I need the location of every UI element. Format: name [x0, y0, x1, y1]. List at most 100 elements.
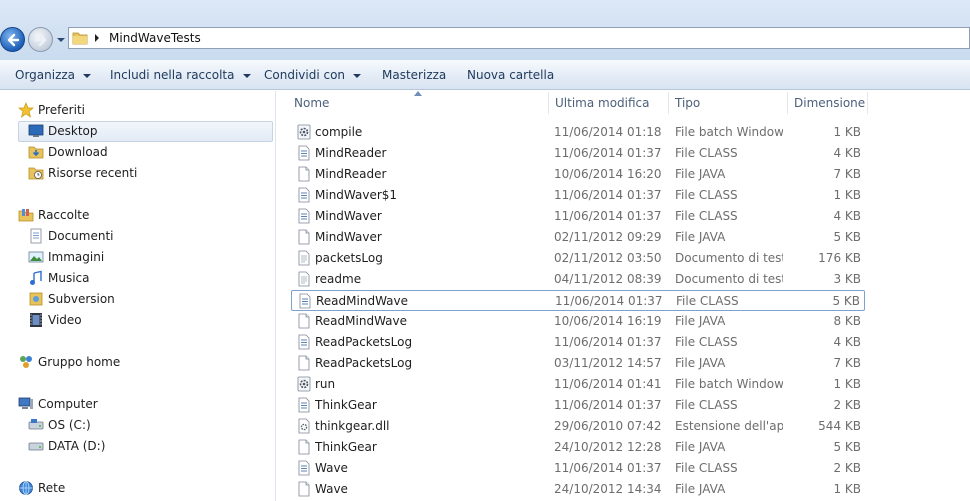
file-name[interactable]: Wave: [315, 461, 545, 475]
file-modified: 11/06/2014 01:37: [554, 461, 662, 475]
breadcrumb-current-folder[interactable]: MindWaveTests: [109, 31, 201, 45]
file-modified: 11/06/2014 01:37: [555, 294, 663, 308]
batch-file-icon: [297, 124, 311, 140]
file-name[interactable]: ReadMindWave: [316, 294, 546, 308]
drive-d-icon: [28, 442, 44, 451]
toolbar-button-condividi-con[interactable]: Condividi con: [264, 68, 362, 82]
drive-c-icon: [28, 419, 44, 430]
file-modified: 11/06/2014 01:37: [554, 188, 662, 202]
file-size: 5 KB: [832, 294, 860, 308]
file-type: File CLASS: [676, 294, 739, 308]
column-divider[interactable]: [668, 92, 669, 114]
documents-icon: [30, 228, 42, 244]
homegroup-icon: [20, 356, 32, 368]
file-row[interactable]: compile 11/06/2014 01:18 File batch Window…: [291, 122, 865, 143]
recent-pages-dropdown-icon[interactable]: [56, 36, 66, 44]
file-row[interactable]: readme 04/11/2012 08:39 Documento di testo…: [291, 269, 865, 290]
file-row[interactable]: MindWaver$1 11/06/2014 01:37 File CLASS 1 K…: [291, 185, 865, 206]
subversion-icon: [29, 292, 43, 306]
network-icon: [19, 481, 33, 495]
file-name[interactable]: ReadMindWave: [315, 314, 545, 328]
nav-item-label: Raccolte: [38, 208, 90, 222]
file-name[interactable]: Wave: [315, 482, 545, 496]
pictures-icon: [28, 251, 44, 263]
nav-item-label: Rete: [38, 481, 66, 495]
file-row[interactable]: MindWaver 11/06/2014 01:37 File CLASS 4 KB: [291, 206, 865, 227]
file-name[interactable]: MindWaver$1: [315, 188, 545, 202]
class-file-icon: [298, 460, 310, 476]
file-size: 8 KB: [833, 314, 861, 328]
toolbar-button-nuova-cartella[interactable]: Nuova cartella: [467, 68, 554, 82]
chevron-down-icon: [353, 73, 362, 78]
file-modified: 11/06/2014 01:37: [554, 335, 662, 349]
column-header-name[interactable]: Nome: [294, 96, 329, 110]
file-name[interactable]: MindWaver: [315, 230, 545, 244]
file-name[interactable]: compile: [315, 125, 545, 139]
download-folder-icon: [28, 146, 44, 159]
recent-places-icon: [28, 167, 44, 180]
file-row[interactable]: MindReader 10/06/2014 16:20 File JAVA 7 KB: [291, 164, 865, 185]
file-size: 5 KB: [833, 440, 861, 454]
column-divider[interactable]: [548, 92, 549, 114]
file-type: File JAVA: [675, 167, 726, 181]
column-header-type[interactable]: Tipo: [675, 96, 700, 110]
column-header-size[interactable]: Dimensione: [794, 96, 865, 110]
breadcrumb-chevron-icon[interactable]: [93, 33, 101, 43]
desktop-icon: [28, 124, 44, 137]
class-file-icon: [298, 334, 310, 350]
file-type: File CLASS: [675, 461, 738, 475]
back-button[interactable]: [0, 27, 25, 52]
file-row[interactable]: Wave 24/10/2012 14:34 File JAVA 1 KB: [291, 479, 865, 500]
file-name[interactable]: thinkgear.dll: [315, 419, 545, 433]
toolbar-button-organizza[interactable]: Organizza: [15, 68, 92, 82]
column-divider[interactable]: [867, 92, 868, 114]
file-modified: 24/10/2012 12:28: [554, 440, 662, 454]
toolbar-button-masterizza[interactable]: Masterizza: [382, 68, 446, 82]
file-type: Documento di testo: [675, 272, 783, 286]
column-divider[interactable]: [787, 92, 788, 114]
class-file-icon: [298, 145, 310, 161]
file-name[interactable]: packetsLog: [315, 251, 545, 265]
music-icon: [30, 270, 42, 285]
file-row[interactable]: ThinkGear 24/10/2012 12:28 File JAVA 5 KB: [291, 437, 865, 458]
file-name[interactable]: ThinkGear: [315, 398, 545, 412]
file-modified: 02/11/2012 09:29: [554, 230, 662, 244]
file-type: File JAVA: [675, 314, 726, 328]
column-header-modified[interactable]: Ultima modifica: [555, 96, 650, 110]
file-name[interactable]: MindReader: [315, 146, 545, 160]
file-row[interactable]: Wave 11/06/2014 01:37 File CLASS 2 KB: [291, 458, 865, 479]
file-name[interactable]: ReadPacketsLog: [315, 356, 545, 370]
forward-button[interactable]: [28, 27, 53, 52]
file-row[interactable]: MindWaver 02/11/2012 09:29 File JAVA 5 KB: [291, 227, 865, 248]
file-modified: 29/06/2010 07:42: [554, 419, 662, 433]
address-field[interactable]: MindWaveTests: [68, 27, 970, 49]
file-size: 2 KB: [833, 461, 861, 475]
file-name[interactable]: ThinkGear: [315, 440, 545, 454]
file-size: 1 KB: [833, 482, 861, 496]
file-name[interactable]: run: [315, 377, 545, 391]
file-row[interactable]: ReadMindWave 11/06/2014 01:37 File CLASS 5 …: [291, 290, 865, 311]
toolbar-button-includi-nella-raccolta[interactable]: Includi nella raccolta: [110, 68, 251, 82]
nav-item-label: Immagini: [48, 250, 105, 264]
file-row[interactable]: ReadMindWave 10/06/2014 16:19 File JAVA 8 K…: [291, 311, 865, 332]
file-row[interactable]: ReadPacketsLog 03/11/2012 14:57 File JAVA 7…: [291, 353, 865, 374]
java-file-icon: [298, 439, 310, 455]
file-modified: 10/06/2014 16:19: [554, 314, 662, 328]
file-row[interactable]: ReadPacketsLog 11/06/2014 01:37 File CLASS…: [291, 332, 865, 353]
file-modified: 11/06/2014 01:37: [554, 146, 662, 160]
file-row[interactable]: packetsLog 02/11/2012 03:50 Documento di t…: [291, 248, 865, 269]
file-row[interactable]: thinkgear.dll 29/06/2010 07:42 Estensione …: [291, 416, 865, 437]
file-type: File JAVA: [675, 440, 726, 454]
file-row[interactable]: run 11/06/2014 01:41 File batch Windows 1 K…: [291, 374, 865, 395]
file-name[interactable]: readme: [315, 272, 545, 286]
file-type: File JAVA: [675, 482, 726, 496]
nav-item-label: Preferiti: [38, 103, 85, 117]
file-row[interactable]: ThinkGear 11/06/2014 01:37 File CLASS 2 KB: [291, 395, 865, 416]
file-name[interactable]: MindReader: [315, 167, 545, 181]
java-file-icon: [298, 313, 310, 329]
file-modified: 03/11/2012 14:57: [554, 356, 662, 370]
file-size: 3 KB: [833, 272, 861, 286]
file-name[interactable]: MindWaver: [315, 209, 545, 223]
file-row[interactable]: MindReader 11/06/2014 01:37 File CLASS 4 KB: [291, 143, 865, 164]
file-name[interactable]: ReadPacketsLog: [315, 335, 545, 349]
